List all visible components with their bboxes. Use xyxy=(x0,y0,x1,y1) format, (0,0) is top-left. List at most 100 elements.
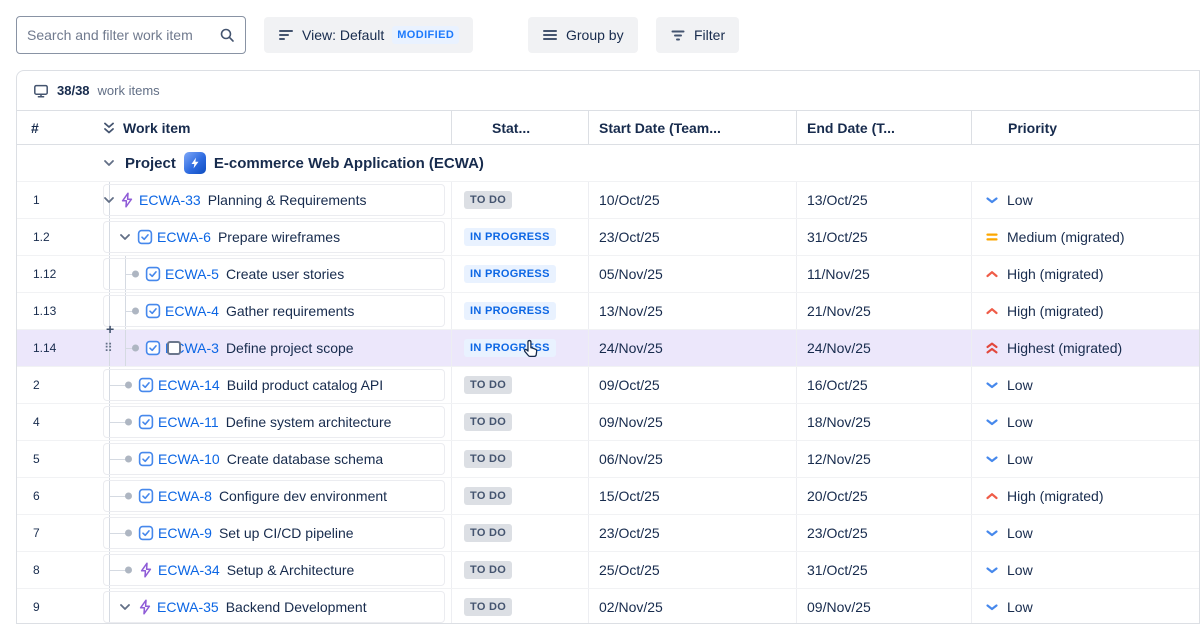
table-row[interactable]: 9 ECWA-35 Backend Development + ⠿ xyxy=(17,589,1199,624)
start-date-cell[interactable]: 15/Oct/25 xyxy=(588,478,796,514)
end-date-cell[interactable]: 31/Oct/25 xyxy=(796,219,971,255)
end-date-cell[interactable]: 20/Oct/25 xyxy=(796,478,971,514)
table-row[interactable]: 1.2 ECWA-6 Prepare wireframes + ⠿ xyxy=(17,219,1199,256)
status-badge[interactable]: IN PROGRESS xyxy=(464,265,556,283)
work-item-cell[interactable]: ECWA-5 Create user stories + ⠿ xyxy=(101,256,451,292)
table-row[interactable]: 4 ECWA-11 Define system architecture + ⠿ xyxy=(17,404,1199,441)
work-item-key-link[interactable]: ECWA-33 xyxy=(139,192,201,208)
start-date-cell[interactable]: 23/Oct/25 xyxy=(588,515,796,551)
end-date-cell[interactable]: 18/Nov/25 xyxy=(796,404,971,440)
start-date-cell[interactable]: 13/Nov/25 xyxy=(588,293,796,329)
start-date-cell[interactable]: 10/Oct/25 xyxy=(588,182,796,218)
status-badge[interactable]: IN PROGRESS xyxy=(464,228,556,246)
table-row[interactable]: 1 ECWA-33 Planning & Requirements + ⠿ xyxy=(17,182,1199,219)
table-row[interactable]: 7 ECWA-9 Set up CI/CD pipeline + ⠿ xyxy=(17,515,1199,552)
column-header-priority[interactable]: Priority xyxy=(971,111,1199,144)
status-badge[interactable]: TO DO xyxy=(464,561,512,579)
status-badge[interactable]: TO DO xyxy=(464,487,512,505)
column-header-start-date[interactable]: Start Date (Team... xyxy=(588,111,796,144)
work-item-cell[interactable]: ECWA-14 Build product catalog API + ⠿ xyxy=(101,367,451,403)
work-item-summary[interactable]: Backend Development xyxy=(226,599,367,615)
end-date-cell[interactable]: 24/Nov/25 xyxy=(796,330,971,366)
work-item-key-link[interactable]: ECWA-11 xyxy=(158,414,219,430)
end-date-cell[interactable]: 09/Nov/25 xyxy=(796,589,971,624)
end-date-cell[interactable]: 21/Nov/25 xyxy=(796,293,971,329)
end-date-cell[interactable]: 11/Nov/25 xyxy=(796,256,971,292)
table-row[interactable]: 1.13 ECWA-4 Gather requirements + ⠿ xyxy=(17,293,1199,330)
work-item-summary[interactable]: Build product catalog API xyxy=(227,377,383,393)
work-item-key-link[interactable]: ECWA-10 xyxy=(158,451,220,467)
work-item-key-link[interactable]: ECWA-35 xyxy=(157,599,219,615)
work-item-key-link[interactable]: ECWA-6 xyxy=(157,229,211,245)
start-date-cell[interactable]: 23/Oct/25 xyxy=(588,219,796,255)
view-button[interactable]: View: Default MODIFIED xyxy=(264,17,473,53)
work-item-summary[interactable]: Create user stories xyxy=(226,266,344,282)
work-item-cell[interactable]: ECWA-11 Define system architecture + ⠿ xyxy=(101,404,451,440)
work-item-summary[interactable]: Gather requirements xyxy=(226,303,354,319)
priority-cell[interactable]: Low xyxy=(971,515,1199,551)
work-item-cell[interactable]: ECWA-10 Create database schema + ⠿ xyxy=(101,441,451,477)
priority-cell[interactable]: High (migrated) xyxy=(971,256,1199,292)
table-row[interactable]: 5 ECWA-10 Create database schema + ⠿ xyxy=(17,441,1199,478)
status-badge[interactable]: TO DO xyxy=(464,191,512,209)
chevron-down-icon[interactable] xyxy=(101,155,117,171)
search-box[interactable] xyxy=(16,16,246,54)
priority-cell[interactable]: Low xyxy=(971,441,1199,477)
status-badge[interactable]: IN PROGRESS xyxy=(464,339,556,357)
search-input[interactable] xyxy=(27,27,219,43)
start-date-cell[interactable]: 25/Oct/25 xyxy=(588,552,796,588)
column-header-end-date[interactable]: End Date (T... xyxy=(796,111,971,144)
priority-cell[interactable]: Low xyxy=(971,367,1199,403)
work-item-cell[interactable]: ECWA-35 Backend Development + ⠿ xyxy=(101,589,451,624)
work-item-cell[interactable]: ECWA-8 Configure dev environment + ⠿ xyxy=(101,478,451,514)
project-group-row[interactable]: Project E-commerce Web Application (ECWA… xyxy=(17,145,1199,182)
start-date-cell[interactable]: 24/Nov/25 xyxy=(588,330,796,366)
work-item-key-link[interactable]: ECWA-34 xyxy=(158,562,220,578)
work-item-cell[interactable]: ECWA-4 Gather requirements + ⠿ xyxy=(101,293,451,329)
work-item-cell[interactable]: ECWA-34 Setup & Architecture + ⠿ xyxy=(101,552,451,588)
end-date-cell[interactable]: 31/Oct/25 xyxy=(796,552,971,588)
start-date-cell[interactable]: 02/Nov/25 xyxy=(588,589,796,624)
priority-cell[interactable]: Low xyxy=(971,589,1199,624)
status-badge[interactable]: TO DO xyxy=(464,598,512,616)
row-checkbox[interactable] xyxy=(167,341,181,355)
work-item-cell[interactable]: ECWA-33 Planning & Requirements + ⠿ xyxy=(101,182,451,218)
start-date-cell[interactable]: 09/Nov/25 xyxy=(588,404,796,440)
add-row-button[interactable]: + xyxy=(106,321,114,337)
table-row[interactable]: 6 ECWA-8 Configure dev environment + ⠿ xyxy=(17,478,1199,515)
work-item-cell[interactable]: ECWA-6 Prepare wireframes + ⠿ xyxy=(101,219,451,255)
end-date-cell[interactable]: 23/Oct/25 xyxy=(796,515,971,551)
status-badge[interactable]: IN PROGRESS xyxy=(464,302,556,320)
priority-cell[interactable]: Highest (migrated) xyxy=(971,330,1199,366)
group-by-button[interactable]: Group by xyxy=(528,17,638,53)
work-item-cell[interactable]: ECWA-9 Set up CI/CD pipeline + ⠿ xyxy=(101,515,451,551)
status-badge[interactable]: TO DO xyxy=(464,413,512,431)
status-badge[interactable]: TO DO xyxy=(464,450,512,468)
double-chevron-icon[interactable] xyxy=(101,120,117,136)
end-date-cell[interactable]: 13/Oct/25 xyxy=(796,182,971,218)
start-date-cell[interactable]: 09/Oct/25 xyxy=(588,367,796,403)
start-date-cell[interactable]: 06/Nov/25 xyxy=(588,441,796,477)
status-badge[interactable]: TO DO xyxy=(464,376,512,394)
work-item-summary[interactable]: Configure dev environment xyxy=(219,488,387,504)
work-item-key-link[interactable]: ECWA-9 xyxy=(158,525,212,541)
drag-handle-icon[interactable]: ⠿ xyxy=(104,341,112,355)
column-header-number[interactable]: # xyxy=(17,111,101,144)
priority-cell[interactable]: Low xyxy=(971,552,1199,588)
table-row[interactable]: 2 ECWA-14 Build product catalog API + ⠿ xyxy=(17,367,1199,404)
priority-cell[interactable]: Medium (migrated) xyxy=(971,219,1199,255)
table-row[interactable]: 8 ECWA-34 Setup & Architecture + ⠿ xyxy=(17,552,1199,589)
priority-cell[interactable]: High (migrated) xyxy=(971,293,1199,329)
priority-cell[interactable]: Low xyxy=(971,182,1199,218)
end-date-cell[interactable]: 16/Oct/25 xyxy=(796,367,971,403)
work-item-key-link[interactable]: ECWA-5 xyxy=(165,266,219,282)
work-item-summary[interactable]: Define system architecture xyxy=(226,414,392,430)
chevron-down-icon[interactable] xyxy=(117,229,133,245)
priority-cell[interactable]: High (migrated) xyxy=(971,478,1199,514)
work-item-summary[interactable]: Setup & Architecture xyxy=(227,562,355,578)
priority-cell[interactable]: Low xyxy=(971,404,1199,440)
status-badge[interactable]: TO DO xyxy=(464,524,512,542)
work-item-summary[interactable]: Create database schema xyxy=(227,451,383,467)
start-date-cell[interactable]: 05/Nov/25 xyxy=(588,256,796,292)
table-row[interactable]: 1.12 ECWA-5 Create user stories + ⠿ xyxy=(17,256,1199,293)
